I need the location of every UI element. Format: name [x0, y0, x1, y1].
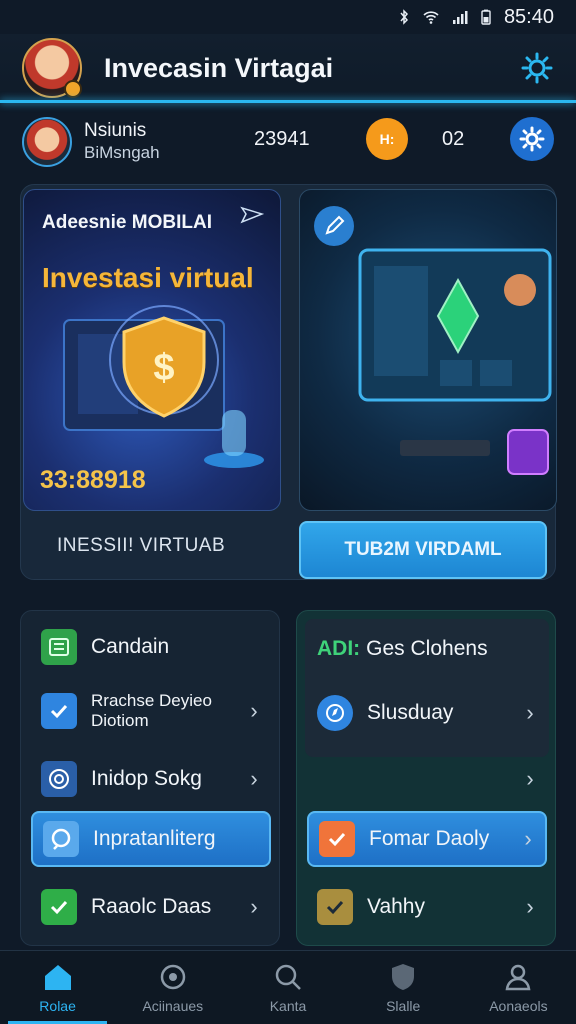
wifi-icon [423, 11, 439, 24]
bottom-nav: Rolae Aciinaues Kanta Slalle Aonaeols [0, 950, 576, 1024]
nav-label: Aonaeols [489, 997, 548, 1014]
monitor-dashboard-illustration [358, 248, 552, 475]
send-icon [240, 206, 264, 224]
menu-item-inidop[interactable]: Inidop Sokg › [31, 751, 271, 807]
menu-item-rrachse[interactable]: Rrachse Deyieo Diotiom › [31, 683, 271, 739]
menu-panel-left: Candain Rrachse Deyieo Diotiom › Inidop … [20, 610, 280, 946]
settings-gear-icon[interactable] [520, 51, 554, 85]
user-subtitle: BiMsngah [84, 143, 160, 162]
nav-item-profile[interactable]: Aonaeols [461, 951, 576, 1024]
promo-card-virtual[interactable] [299, 189, 557, 511]
chevron-right-icon: › [526, 700, 534, 725]
nav-label: Kanta [269, 997, 307, 1014]
search-icon [275, 964, 301, 990]
nav-label: Rolae [39, 997, 76, 1014]
check-icon [319, 821, 355, 857]
nav-label: Aciinaues [142, 997, 204, 1014]
user-info: Nsiunis BiMsngah [84, 120, 160, 164]
shield-dollar-illustration: $ [63, 305, 264, 468]
profile-settings-button[interactable] [510, 117, 554, 161]
chevron-right-icon: › [250, 894, 258, 919]
chevron-right-icon: › [526, 894, 534, 919]
menu-item-label: Slusduay [367, 701, 454, 724]
promo-footer-label: INESSII! VIRTUAB [57, 535, 226, 556]
app-avatar[interactable] [22, 38, 82, 98]
app-header: Invecasin Virtagai [0, 34, 576, 102]
menu-panel-right: ADI: Ges Clohens Slusduay › › Fomar Daol… [296, 610, 556, 946]
promo-panel: Adeesnie MOBILAI Investasi virtual $ 33:… [20, 184, 557, 580]
compass-icon [317, 695, 353, 731]
menu-item-label: Raaolc Daas [91, 895, 212, 918]
coin-button[interactable]: H: [366, 118, 408, 160]
user-avatar[interactable] [22, 117, 72, 167]
nav-item-activities[interactable]: Aciinaues [115, 951, 230, 1024]
menu-item-label: Inpratanliterg [93, 827, 216, 850]
chevron-right-icon: › [524, 826, 532, 851]
chat-icon [43, 821, 79, 857]
menu-item-label: Candain [91, 635, 170, 658]
menu-item-vahhy[interactable]: Vahhy › [307, 879, 547, 935]
svg-text:$: $ [153, 347, 174, 389]
promo-big-title: Investasi virtual [42, 262, 254, 293]
promo-card-investasi[interactable]: Adeesnie MOBILAI Investasi virtual $ 33:… [23, 189, 281, 511]
menu-item-label: Vahhy [367, 895, 425, 918]
ledger-icon [41, 629, 77, 665]
right-panel-header: ADI: Ges Clohens [307, 621, 547, 677]
chevron-right-icon: › [526, 766, 534, 791]
nav-item-shield[interactable]: Slalle [346, 951, 461, 1024]
status-icons [396, 9, 494, 25]
chevron-right-icon: › [250, 698, 258, 723]
header-divider [0, 100, 576, 103]
target-icon [41, 761, 77, 797]
battery-icon [481, 9, 491, 25]
status-time: 85:40 [503, 5, 554, 28]
robot-icon [160, 964, 186, 989]
nav-item-search[interactable]: Kanta [230, 951, 345, 1024]
promo-cta-button[interactable]: TUB2M VIRDAML [299, 521, 547, 579]
bluetooth-icon [400, 9, 408, 25]
right-header-label: Ges Clohens [366, 637, 488, 660]
menu-item-label: Fomar Daoly [369, 827, 490, 850]
app-title: Invecasin Virtagai [104, 52, 334, 83]
menu-item-raaolc[interactable]: Raaolc Daas › [31, 879, 271, 935]
status-bar: 85:40 [0, 0, 576, 34]
user-name: Nsiunis [84, 120, 147, 141]
shield-icon [392, 963, 415, 990]
coin-badge-icon [64, 80, 82, 98]
menu-item-candain[interactable]: Candain [31, 619, 271, 675]
nav-label: Slalle [386, 997, 421, 1014]
menu-item-empty[interactable]: › [307, 751, 547, 807]
right-header-prefix: ADI: [317, 637, 361, 660]
nav-item-home[interactable]: Rolae [0, 951, 115, 1024]
chevron-right-icon: › [250, 766, 258, 791]
checkbox-icon [41, 693, 77, 729]
menu-item-inpratanliterg[interactable]: Inpratanliterg [31, 811, 271, 867]
check-icon [317, 889, 353, 925]
promo-small-title: Adeesnie MOBILAI [42, 212, 212, 233]
signal-icon [452, 11, 468, 24]
user-points: 23941 [254, 128, 310, 150]
user-row: Nsiunis BiMsngah 23941 H: 02 [22, 112, 554, 172]
profile-icon [505, 964, 531, 990]
check-icon [41, 889, 77, 925]
menu-item-label: Rrachse Deyieo Diotiom [91, 691, 212, 730]
gear-icon [519, 126, 545, 152]
menu-item-slusduay[interactable]: Slusduay › [307, 685, 547, 741]
menu-item-label: Inidop Sokg [91, 767, 202, 790]
promo-amount: 33:88918 [40, 466, 146, 494]
user-count: 02 [442, 128, 465, 150]
menu-item-fomar-daoly[interactable]: Fomar Daoly › [307, 811, 547, 867]
home-icon [44, 964, 71, 990]
